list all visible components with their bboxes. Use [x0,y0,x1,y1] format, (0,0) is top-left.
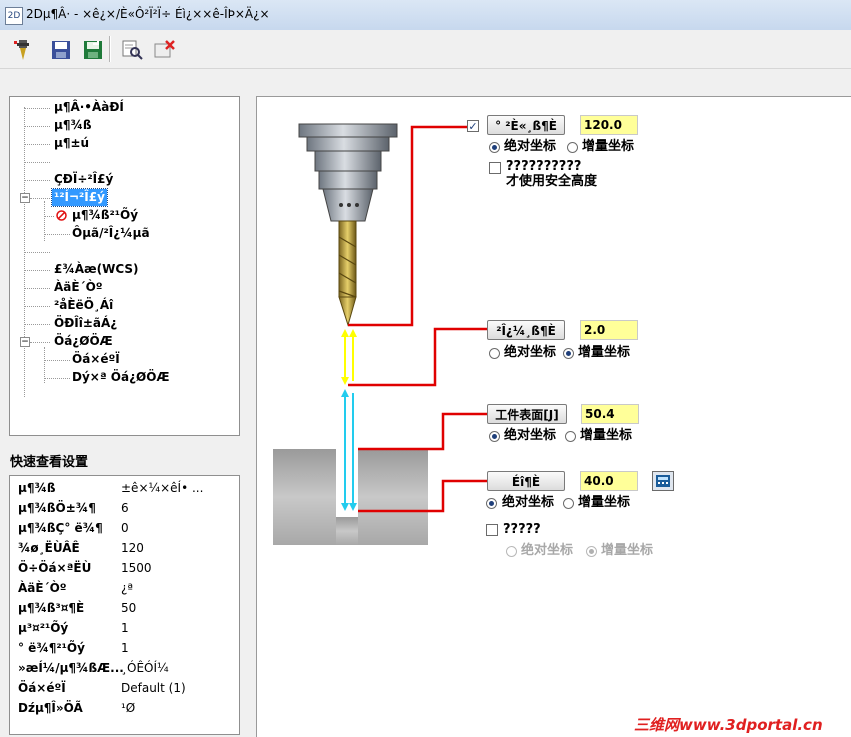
retract-height-input[interactable]: 2.0 [580,320,638,340]
stock-icon [273,449,428,545]
tree-item-label: Öá×éºÏ [72,352,120,366]
save-as-button[interactable] [78,35,108,65]
safety-option-label: ?????????? [506,159,582,174]
tree-item-label: £¾Àæ(WCS) [54,262,139,276]
extra-abs-radio[interactable] [506,546,517,557]
toolbar [0,30,851,69]
watermark: 三维网www.3dportal.cn [634,716,823,734]
retract-abs-radio[interactable] [489,348,500,359]
surface-inc-radio[interactable] [565,431,576,442]
collapse-icon[interactable]: − [20,193,30,203]
calculator-button[interactable] [652,471,674,491]
tree-item-label: µ¶¾ß [54,118,92,132]
tree-item-label: Ô­µã/²Î¿¼µã [72,226,150,240]
extra-abs-label: 绝对坐标 [521,543,574,558]
list-item: µ¶¾ßÖ±¾¶ 6 [18,501,129,515]
safety-height-checkbox[interactable]: ✓ [467,120,479,132]
depth-abs-radio[interactable] [486,498,497,509]
tree-item-label: ²åÈëÖ¸Áî [54,298,114,312]
calculator-icon [656,475,670,487]
tree-item-label: Dý×ª Öá¿ØÖÆ [72,370,170,384]
depth-button[interactable]: Éî¶È [487,471,565,491]
save-button[interactable] [46,35,76,65]
extra-option-label: ????? [503,522,541,537]
tree-item-label: ÀäÈ´Òº [54,280,103,294]
depth-inc-label: 增量坐标 [578,495,631,510]
depth-abs-label: 绝对坐标 [502,495,555,510]
safety-abs-radio[interactable] [489,142,500,153]
close-icon [154,40,175,58]
save-as-icon [84,41,102,59]
depth-arrow-icon [341,389,357,511]
extra-inc-label: 增量坐标 [601,543,654,558]
list-item: µ¶¾ß ±ê×¼×êÍ• ... [18,481,204,495]
tree-item-label: µ¶¾ß²¹Õý [72,208,139,222]
safety-inc-radio[interactable] [567,142,578,153]
preview-button[interactable] [117,35,147,65]
list-item: µ¶¾ßÇ° ë¾¶ 0 [18,521,129,535]
top-of-stock-button[interactable]: 工件表面[J] [487,404,567,424]
retract-inc-radio[interactable] [563,348,574,359]
preview-icon [122,40,143,60]
linking-params-panel: ✓ ° ²È«¸ß¶È 120.0 绝对坐标 增量坐标 ?????????? 才… [256,96,851,737]
disabled-icon [56,210,67,221]
tree-item-label: ÇÐÏ÷²Î£ý [54,172,114,186]
retract-inc-label: 增量坐标 [578,345,631,360]
tree-item-label: µ¶Â·•ÀàÐÍ [54,100,124,114]
list-item: Öá×éºÏ Default (1) [18,681,186,695]
surface-inc-label: 增量坐标 [580,428,633,443]
extra-inc-radio[interactable] [586,546,597,557]
extra-option-checkbox[interactable] [486,524,498,536]
retract-height-button[interactable]: ²Î¿¼¸ß¶È [487,320,565,340]
window-title: 2Dµ¶Â· - ×ê¿×/È«Ô²Ï²Ï÷ Éì¿××ê-ÎÞ×Ä¿× [26,7,270,21]
tree-item-label: µ¶±ú [54,136,90,150]
list-item: µ¶¾ß³¤¶È 50 [18,601,137,615]
tree-item-label: Öá¿ØÖÆ [54,334,113,348]
title-bar: 2D 2Dµ¶Â· - ×ê¿×/È«Ô²Ï²Ï÷ Éì¿××ê-ÎÞ×Ä¿× [0,0,851,31]
collapse-icon[interactable]: − [20,337,30,347]
list-item: ° ë¾¶²¹Õý 1 [18,641,129,655]
save-icon [52,41,70,59]
retract-abs-label: 绝对坐标 [504,345,557,360]
list-item: ¾ø¸ËÙÂÊ 120 [18,541,144,555]
app-icon: 2D [5,7,23,25]
safety-height-button[interactable]: ° ²È«¸ß¶È [487,115,565,135]
safety-option-label-2: 才使用安全高度 [506,174,598,189]
tool-button[interactable] [8,35,38,65]
list-item: Dźµ¶Î»ÖÃ ¹Ø [18,701,136,715]
close-button[interactable] [149,35,179,65]
tool-holder-icon [298,123,398,222]
depth-input[interactable]: 40.0 [580,471,638,491]
tool-icon [14,40,29,60]
surface-abs-label: 绝对坐标 [504,428,557,443]
top-of-stock-input[interactable]: 50.4 [581,404,639,424]
surface-abs-radio[interactable] [489,431,500,442]
quick-settings-list: µ¶¾ß ±ê×¼×êÍ• ... µ¶¾ßÖ±¾¶ 6 µ¶¾ßÇ° ë¾¶ 0 ¾… [9,475,240,735]
safety-option-checkbox[interactable] [489,162,501,174]
list-item: ÀäÈ´Òº ¿ª [18,581,134,595]
retract-arrow-icon [341,329,357,385]
tree-item-label: ¹²Í¬²Î£ý [51,188,108,207]
safety-abs-label: 绝对坐标 [504,139,557,154]
drill-bit-icon [338,220,357,327]
quick-settings-title: 快速查看设置 [10,455,89,470]
safety-height-input[interactable]: 120.0 [580,115,638,135]
tree-item-label: ÖÐÎî±ãÁ¿ [54,316,118,330]
list-item: Ö÷Öá×ªËÙ 1500 [18,561,152,575]
parameter-tree: µ¶Â·•ÀàÐÍ µ¶¾ß µ¶±ú ÇÐÏ÷²Î£ý − ¹²Í¬²Î£ý … [9,96,240,436]
safety-inc-label: 增量坐标 [582,139,635,154]
list-item: »æÍ¼/µ¶¾ßÆ... ¸ÓÊÓÍ¼ [18,661,169,675]
depth-inc-radio[interactable] [563,498,574,509]
list-item: µ³¤²¹Õý 1 [18,621,129,635]
